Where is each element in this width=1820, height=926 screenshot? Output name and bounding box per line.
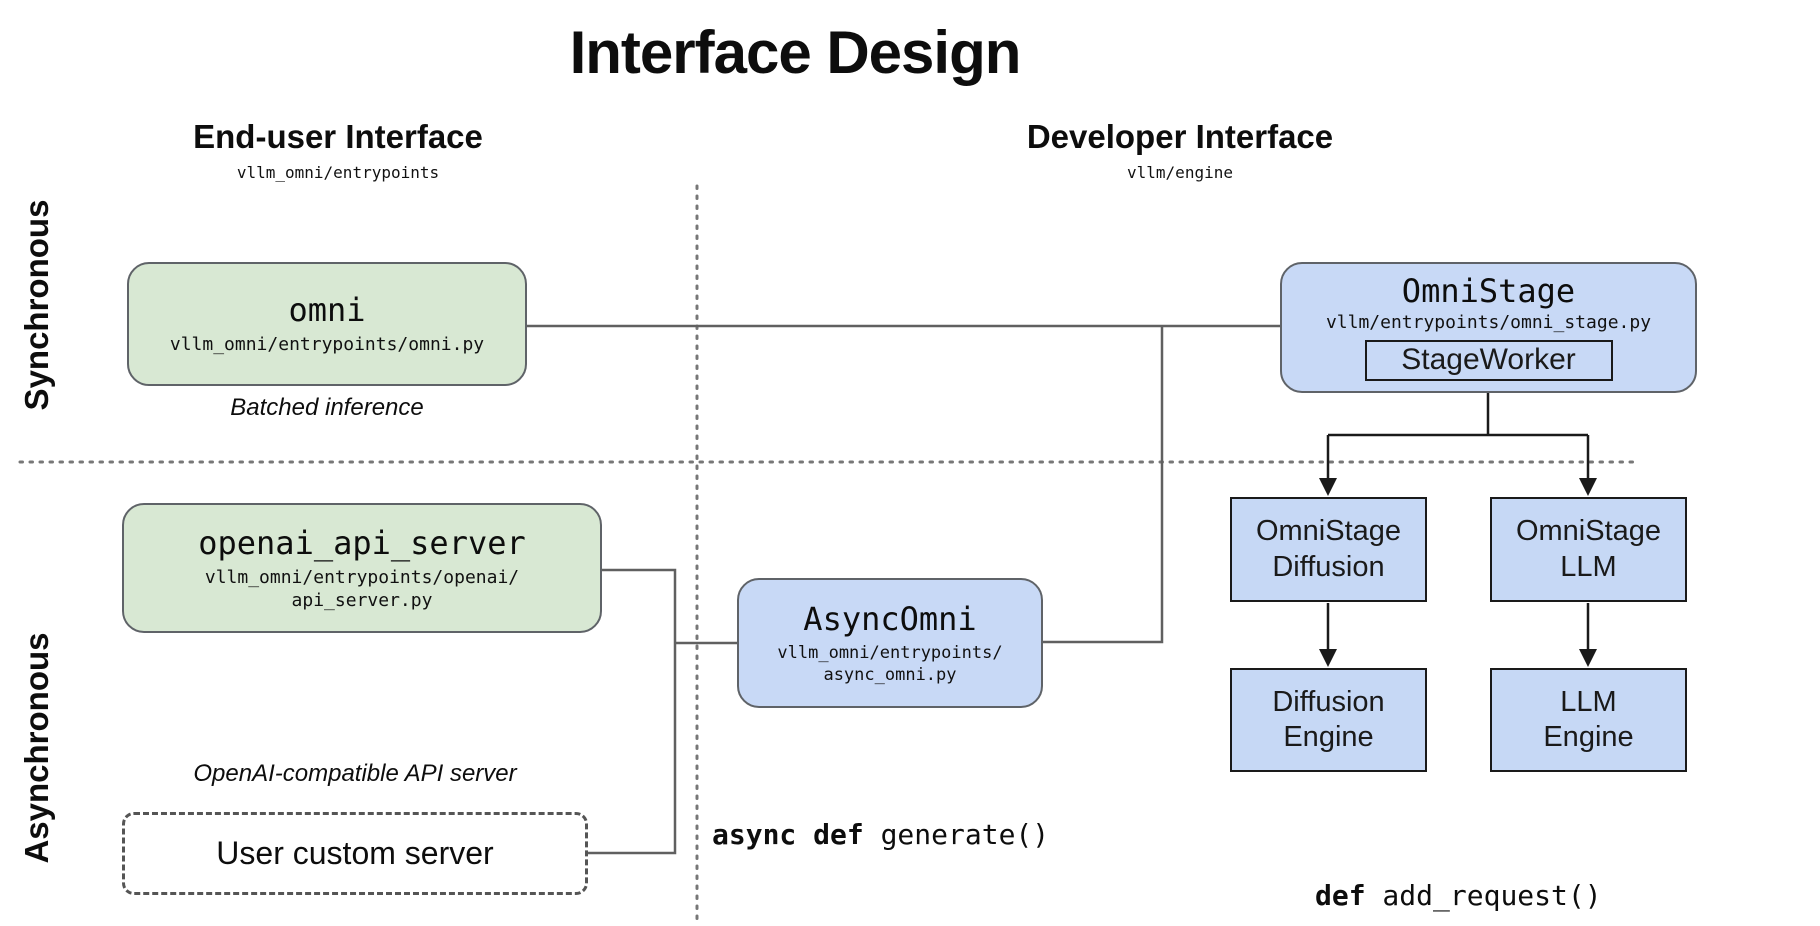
code-rest: add_request() <box>1366 879 1602 912</box>
node-openai-api-server: openai_api_server vllm_omni/entrypoints/… <box>122 503 602 633</box>
node-async-omni: AsyncOmni vllm_omni/entrypoints/async_om… <box>737 578 1043 708</box>
caption-openai-compatible: OpenAI-compatible API server <box>105 760 605 788</box>
code-engine-api: def add_request() def abort_request() de… <box>1315 798 1635 926</box>
row-label-synchronous: Synchronous <box>17 155 57 455</box>
end-user-interface-title: End-user Interface <box>88 118 588 156</box>
page-title: Interface Design <box>0 18 1590 87</box>
code-async-api: async def generate() async def abort() +… <box>712 737 1117 926</box>
omni-title: omni <box>288 291 365 329</box>
node-stage-worker: StageWorker <box>1365 340 1613 381</box>
caption-batched-inference: Batched inference <box>127 394 527 422</box>
node-omnistage-diffusion: OmniStage Diffusion <box>1230 497 1427 602</box>
async-omni-title: AsyncOmni <box>803 600 976 638</box>
arrowhead-to-omnistage-diffusion <box>1319 478 1337 496</box>
async-omni-path: vllm_omni/entrypoints/async_omni.py <box>777 643 1002 686</box>
column-header-developer: Developer Interface vllm/engine <box>930 118 1430 182</box>
omni-path: vllm_omni/entrypoints/omni.py <box>170 334 484 357</box>
developer-interface-title: Developer Interface <box>930 118 1430 156</box>
connector-stages-to-engines <box>1328 603 1588 650</box>
developer-interface-path: vllm/engine <box>930 163 1430 182</box>
connector-asyncomni-to-mainline <box>1043 327 1162 642</box>
diffusion-engine-line2: Engine <box>1283 721 1373 753</box>
arrowhead-to-diffusion-engine <box>1319 649 1337 667</box>
end-user-interface-path: vllm_omni/entrypoints <box>88 163 588 182</box>
diffusion-engine-line1: Diffusion <box>1272 686 1384 718</box>
node-omni: omni vllm_omni/entrypoints/omni.py <box>127 262 527 386</box>
llm-engine-line2: Engine <box>1543 721 1633 753</box>
arrowhead-to-llm-engine <box>1579 649 1597 667</box>
openai-api-server-title: openai_api_server <box>198 524 526 562</box>
omni-stage-title: OmniStage <box>1402 272 1575 310</box>
interface-design-diagram: Interface Design End-user Interface vllm… <box>0 0 1820 926</box>
code-line: async def generate() <box>712 815 1117 854</box>
code-keyword: async def <box>712 818 864 851</box>
user-custom-server-label: User custom server <box>216 835 493 872</box>
node-llm-engine: LLMEngine <box>1490 668 1687 772</box>
arrowhead-to-omnistage-llm <box>1579 478 1597 496</box>
async-omni-path-line2: async_omni.py <box>823 665 956 685</box>
code-keyword: def <box>1315 879 1366 912</box>
code-rest: generate() <box>864 818 1049 851</box>
row-label-asynchronous: Asynchronous <box>17 598 57 898</box>
omnistage-llm-line2: LLM <box>1560 551 1616 583</box>
code-line: def add_request() <box>1315 876 1635 915</box>
omnistage-diffusion-line1: OmniStage <box>1256 515 1401 547</box>
llm-engine-line1: LLM <box>1560 686 1616 718</box>
openai-api-server-path: vllm_omni/entrypoints/openai/api_server.… <box>205 567 519 612</box>
openai-path-line2: api_server.py <box>292 590 433 611</box>
column-header-end-user: End-user Interface vllm_omni/entrypoints <box>88 118 588 182</box>
openai-path-line1: vllm_omni/entrypoints/openai/ <box>205 567 519 588</box>
node-diffusion-engine: DiffusionEngine <box>1230 668 1427 772</box>
omnistage-llm-line1: OmniStage <box>1516 515 1661 547</box>
node-omnistage-llm: OmniStage LLM <box>1490 497 1687 602</box>
omnistage-diffusion-line2: Diffusion <box>1272 551 1384 583</box>
connector-stageworker-branch <box>1328 384 1588 479</box>
async-omni-path-line1: vllm_omni/entrypoints/ <box>777 643 1002 663</box>
stage-worker-label: StageWorker <box>1401 343 1576 377</box>
omni-stage-path: vllm/entrypoints/omni_stage.py <box>1326 312 1651 335</box>
node-user-custom-server: User custom server <box>122 812 588 895</box>
node-omni-stage: OmniStage vllm/entrypoints/omni_stage.py… <box>1280 262 1697 393</box>
